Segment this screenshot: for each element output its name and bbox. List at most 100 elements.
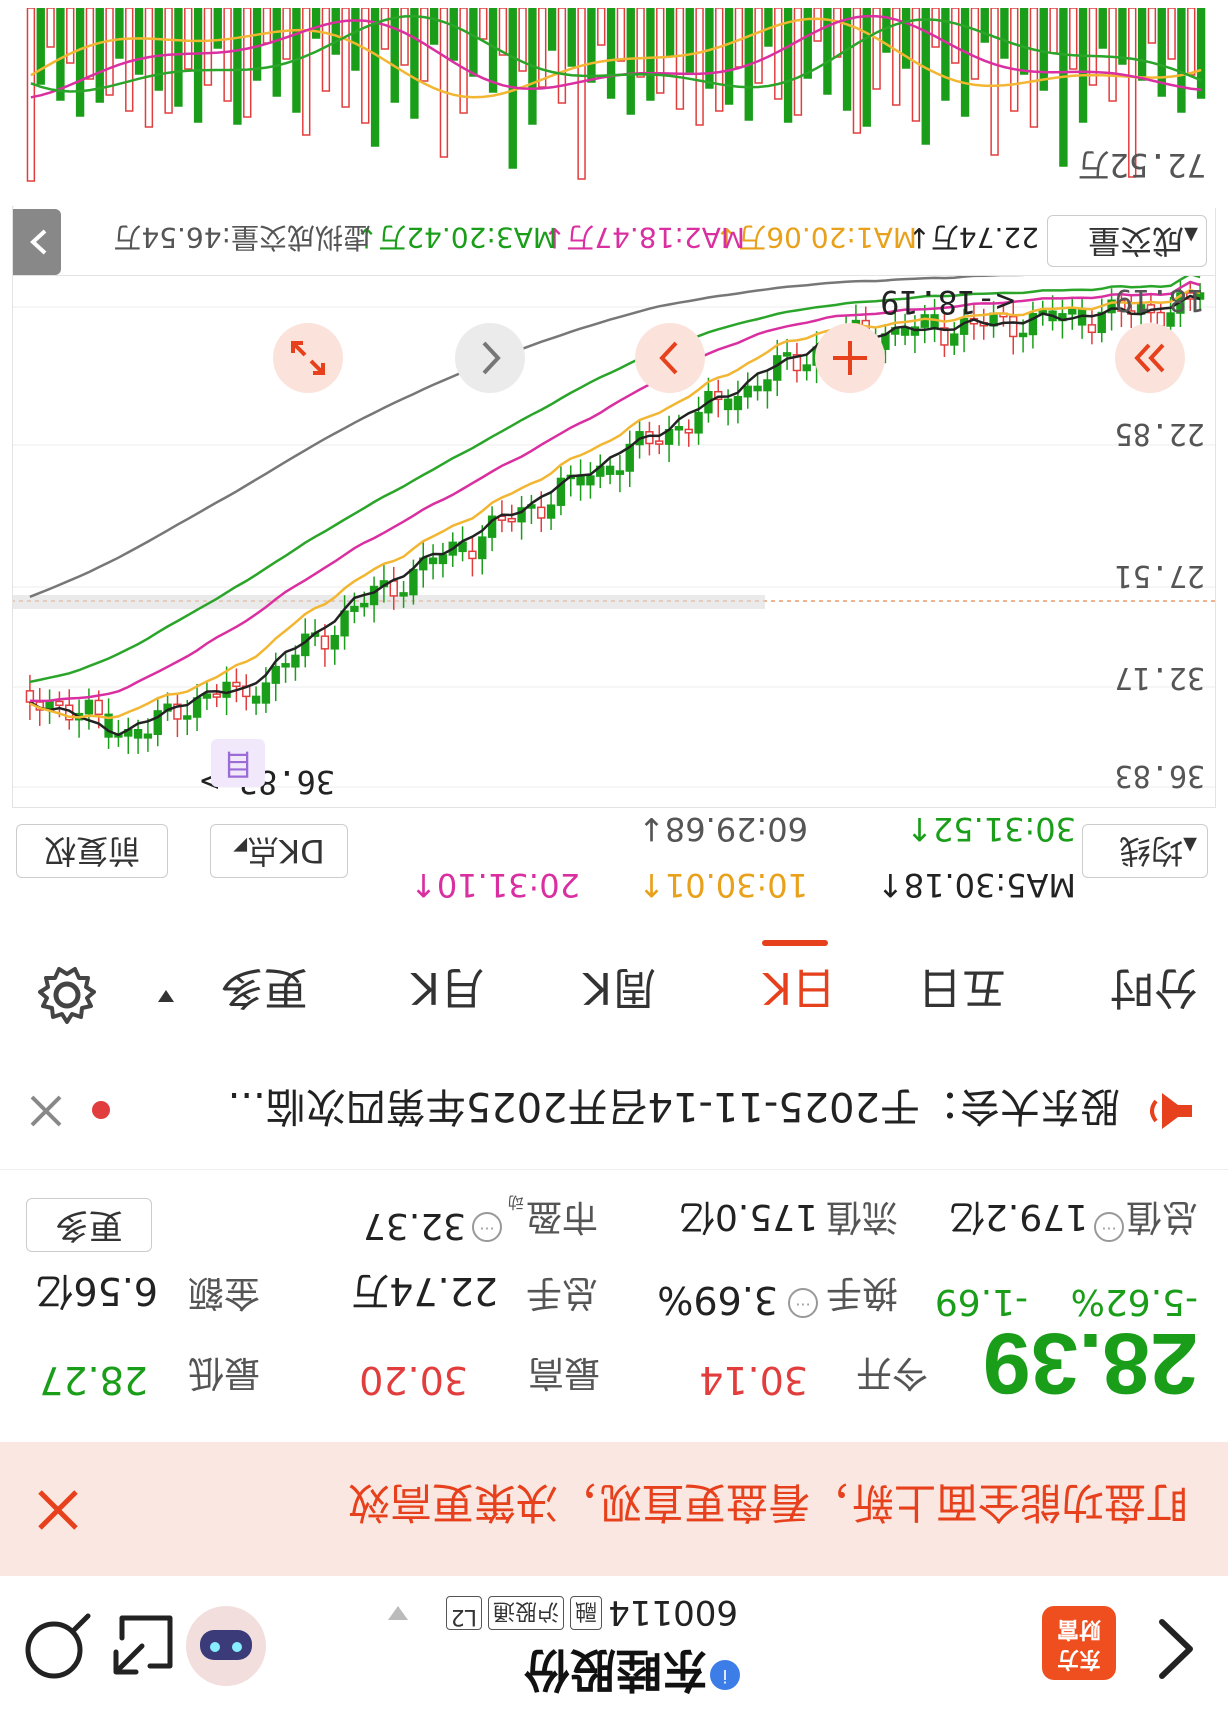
adjust-button[interactable]: 前复权 [16, 824, 168, 878]
volume-bar [243, 8, 252, 118]
low-value: 28.27 [39, 1358, 148, 1402]
share-icon[interactable] [110, 1612, 176, 1678]
kline-chart[interactable]: 36.83-> 36.83 32.17 27.51 22.85 18.19 <-… [12, 274, 1216, 808]
event-badge[interactable]: 目 [211, 739, 265, 787]
volume-bar [1059, 8, 1068, 167]
dk-point-button[interactable]: DK点◤ [210, 824, 348, 878]
volume-bar [469, 8, 478, 77]
tab-five-day[interactable]: 五日 [918, 960, 1006, 1024]
rotated-screen: 东方 财富 东睦股份 i 600114 融 沪股通 L2 盯盘功能全面上新，看盘… [0, 0, 1228, 1714]
volume-chart[interactable]: 72.52万 [14, 8, 1216, 208]
volume-bar [144, 8, 154, 128]
candle-body [733, 395, 743, 411]
candle-body [389, 580, 398, 597]
ma60-value: 60:29.68↓ [638, 810, 808, 848]
red-dot-indicator [92, 1101, 110, 1119]
next-button[interactable] [635, 323, 705, 393]
triangle-down-icon[interactable] [156, 988, 176, 1004]
ma-selector[interactable]: ▲均线 [1082, 824, 1208, 878]
candle-body [537, 506, 546, 519]
candle-body [782, 352, 792, 357]
volume-bar [1069, 8, 1078, 70]
fullscreen-button[interactable] [273, 323, 343, 393]
volume-bar [636, 8, 645, 78]
tab-intraday[interactable]: 分时 [1110, 960, 1198, 1024]
candle-body [615, 470, 625, 475]
chart-toolbar: ▲均线 MA5:30.18↑ 30:31.52↑ 10:30.01↑ 60:29… [0, 794, 1228, 934]
info-dots-icon[interactable]: ··· [472, 1212, 502, 1242]
amount-label: 金额 [187, 1272, 260, 1313]
volume-bar [488, 8, 498, 93]
volume-bar [134, 8, 144, 75]
volume-bar [1049, 8, 1058, 54]
more-quote-button[interactable]: 更多 [26, 1198, 152, 1252]
search-icon[interactable] [20, 1610, 94, 1684]
volume-bar [439, 8, 449, 158]
volume-bar [685, 8, 694, 73]
volume-bar [951, 8, 960, 64]
prev-button[interactable] [455, 323, 525, 393]
volume-bar [341, 8, 350, 108]
double-chevron-icon [1134, 343, 1165, 373]
candle-body [694, 411, 703, 434]
volume-info-bar: ▲成交量 22.74万↓ MA1:20.06万↓ MA2:18.47万↓ MA3… [12, 206, 1216, 276]
volume-bar [872, 8, 881, 90]
gear-icon[interactable] [36, 964, 98, 1026]
volume-bar [233, 8, 242, 125]
info-dots-icon[interactable]: ··· [788, 1288, 818, 1318]
volume-bar [380, 8, 390, 50]
tab-daily-k[interactable]: 日K [763, 960, 836, 1024]
info-dots-icon[interactable]: ··· [1094, 1212, 1124, 1242]
tab-weekly-k[interactable]: 周K [583, 960, 656, 1024]
ma-selector-label: 均线 [1119, 832, 1184, 870]
info-badge-icon[interactable]: i [710, 1660, 740, 1690]
robot-avatar-icon[interactable] [186, 1606, 266, 1686]
candle-body [291, 654, 300, 668]
candle-body [251, 695, 261, 704]
volume-bar [272, 8, 281, 97]
logo-line-1: 东方 [1057, 1646, 1102, 1671]
volume-value: 22.74万↓ [907, 221, 1039, 254]
triangle-down-icon[interactable] [386, 1604, 410, 1622]
collapse-arrows-button[interactable] [1115, 323, 1185, 393]
tab-monthly-k[interactable]: 月K [411, 960, 484, 1024]
add-indicator-button[interactable] [815, 323, 885, 393]
close-icon[interactable] [28, 1093, 64, 1129]
pe-label: 市盈 [525, 1196, 598, 1237]
volume-bar [665, 8, 675, 57]
back-chevron-icon[interactable] [1146, 1614, 1206, 1684]
volume-bar [675, 8, 685, 110]
volume-bar [577, 8, 586, 180]
quote-panel: 28.39 今开 30.14 最高 30.20 最低 28.27 -5.62% … [0, 1170, 1228, 1442]
candle-body [478, 536, 487, 560]
candle-body [507, 517, 516, 523]
candle-body [1087, 324, 1097, 334]
ma20-line [29, 280, 1201, 703]
total-mv-label: 总值 [1125, 1196, 1198, 1237]
kline-svg[interactable] [13, 275, 1215, 807]
volume-bar [1118, 8, 1127, 65]
volume-bar [213, 8, 222, 49]
price-label-4: 22.85 [1114, 416, 1205, 451]
candle-body [655, 440, 664, 445]
promo-banner[interactable]: 盯盘功能全面上新，看盘更直观，决策更高效 [0, 1442, 1228, 1576]
volume-selector[interactable]: ▲成交量 [1047, 215, 1207, 267]
news-text: 股东大会：于2025-11-14召开2025年第四次临... [227, 1083, 1120, 1129]
close-icon[interactable] [36, 1488, 80, 1532]
stock-name: 东睦股份 [524, 1643, 708, 1697]
volume-bar [606, 8, 616, 99]
volume-bar [970, 8, 980, 80]
open-label: 今开 [855, 1352, 928, 1393]
tab-more[interactable]: 更多 [220, 960, 308, 1024]
app-logo[interactable]: 东方 财富 [1042, 1606, 1116, 1680]
volume-bar [1108, 8, 1117, 102]
change-value: -1.69 [934, 1281, 1028, 1322]
volume-bar [498, 8, 508, 56]
volume-bar [754, 8, 763, 84]
news-ticker[interactable]: 股东大会：于2025-11-14召开2025年第四次临... [0, 1052, 1228, 1170]
volume-svg[interactable] [14, 8, 1216, 208]
volume-bar [1167, 8, 1176, 60]
volume-bar [557, 8, 567, 104]
side-expand-button[interactable] [13, 209, 61, 275]
volume-bar [1010, 8, 1019, 112]
